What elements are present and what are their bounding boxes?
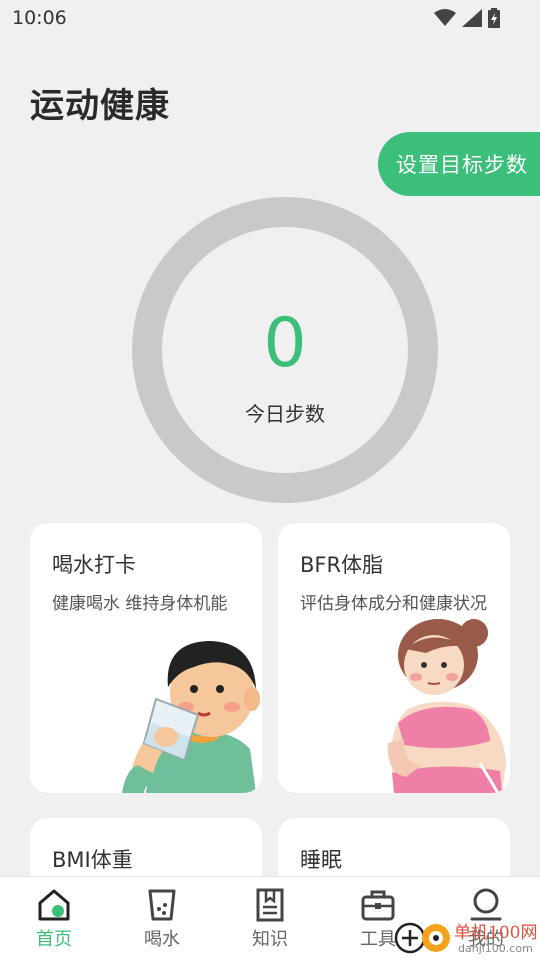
bfr-body-fat-card[interactable]: BFR体脂 评估身体成分和健康状况 xyxy=(278,523,510,793)
nav-item-home[interactable]: 首页 xyxy=(0,877,108,960)
nav-label: 首页 xyxy=(36,929,72,950)
nav-item-knowledge[interactable]: 知识 xyxy=(216,877,324,960)
boy-drinking-water-illustration xyxy=(122,641,260,793)
nav-label: 知识 xyxy=(252,929,288,950)
woman-body-fat-illustration xyxy=(387,619,506,793)
card-title: BFR体脂 xyxy=(300,553,384,577)
nav-label: 喝水 xyxy=(144,929,180,950)
wifi-icon xyxy=(434,9,456,26)
nav-item-water[interactable]: 喝水 xyxy=(108,877,216,960)
step-count: 0 xyxy=(263,304,307,383)
card-subtitle: 健康喝水 维持身体机能 xyxy=(52,594,228,614)
watermark-text: 单机100网 xyxy=(454,923,538,943)
card-title: 睡眠 xyxy=(300,848,342,872)
page-title: 运动健康 xyxy=(30,86,170,126)
status-bar: 10:06 xyxy=(0,0,540,36)
card-subtitle: 评估身体成分和健康状况 xyxy=(300,594,487,614)
toolbox-icon xyxy=(361,890,395,921)
watermark-url: danji100.com xyxy=(458,942,533,955)
home-icon xyxy=(38,889,70,921)
status-time: 10:06 xyxy=(12,7,67,29)
status-icons xyxy=(434,8,500,28)
card-title: BMI体重 xyxy=(52,848,133,872)
signal-icon xyxy=(462,9,482,27)
water-checkin-card[interactable]: 喝水打卡 健康喝水 维持身体机能 xyxy=(30,523,262,793)
cup-icon xyxy=(148,889,176,921)
battery-icon xyxy=(488,8,500,28)
set-step-goal-button[interactable]: 设置目标步数 xyxy=(378,132,540,196)
book-icon xyxy=(256,888,284,922)
card-title: 喝水打卡 xyxy=(52,553,136,577)
step-count-label: 今日步数 xyxy=(245,402,325,426)
